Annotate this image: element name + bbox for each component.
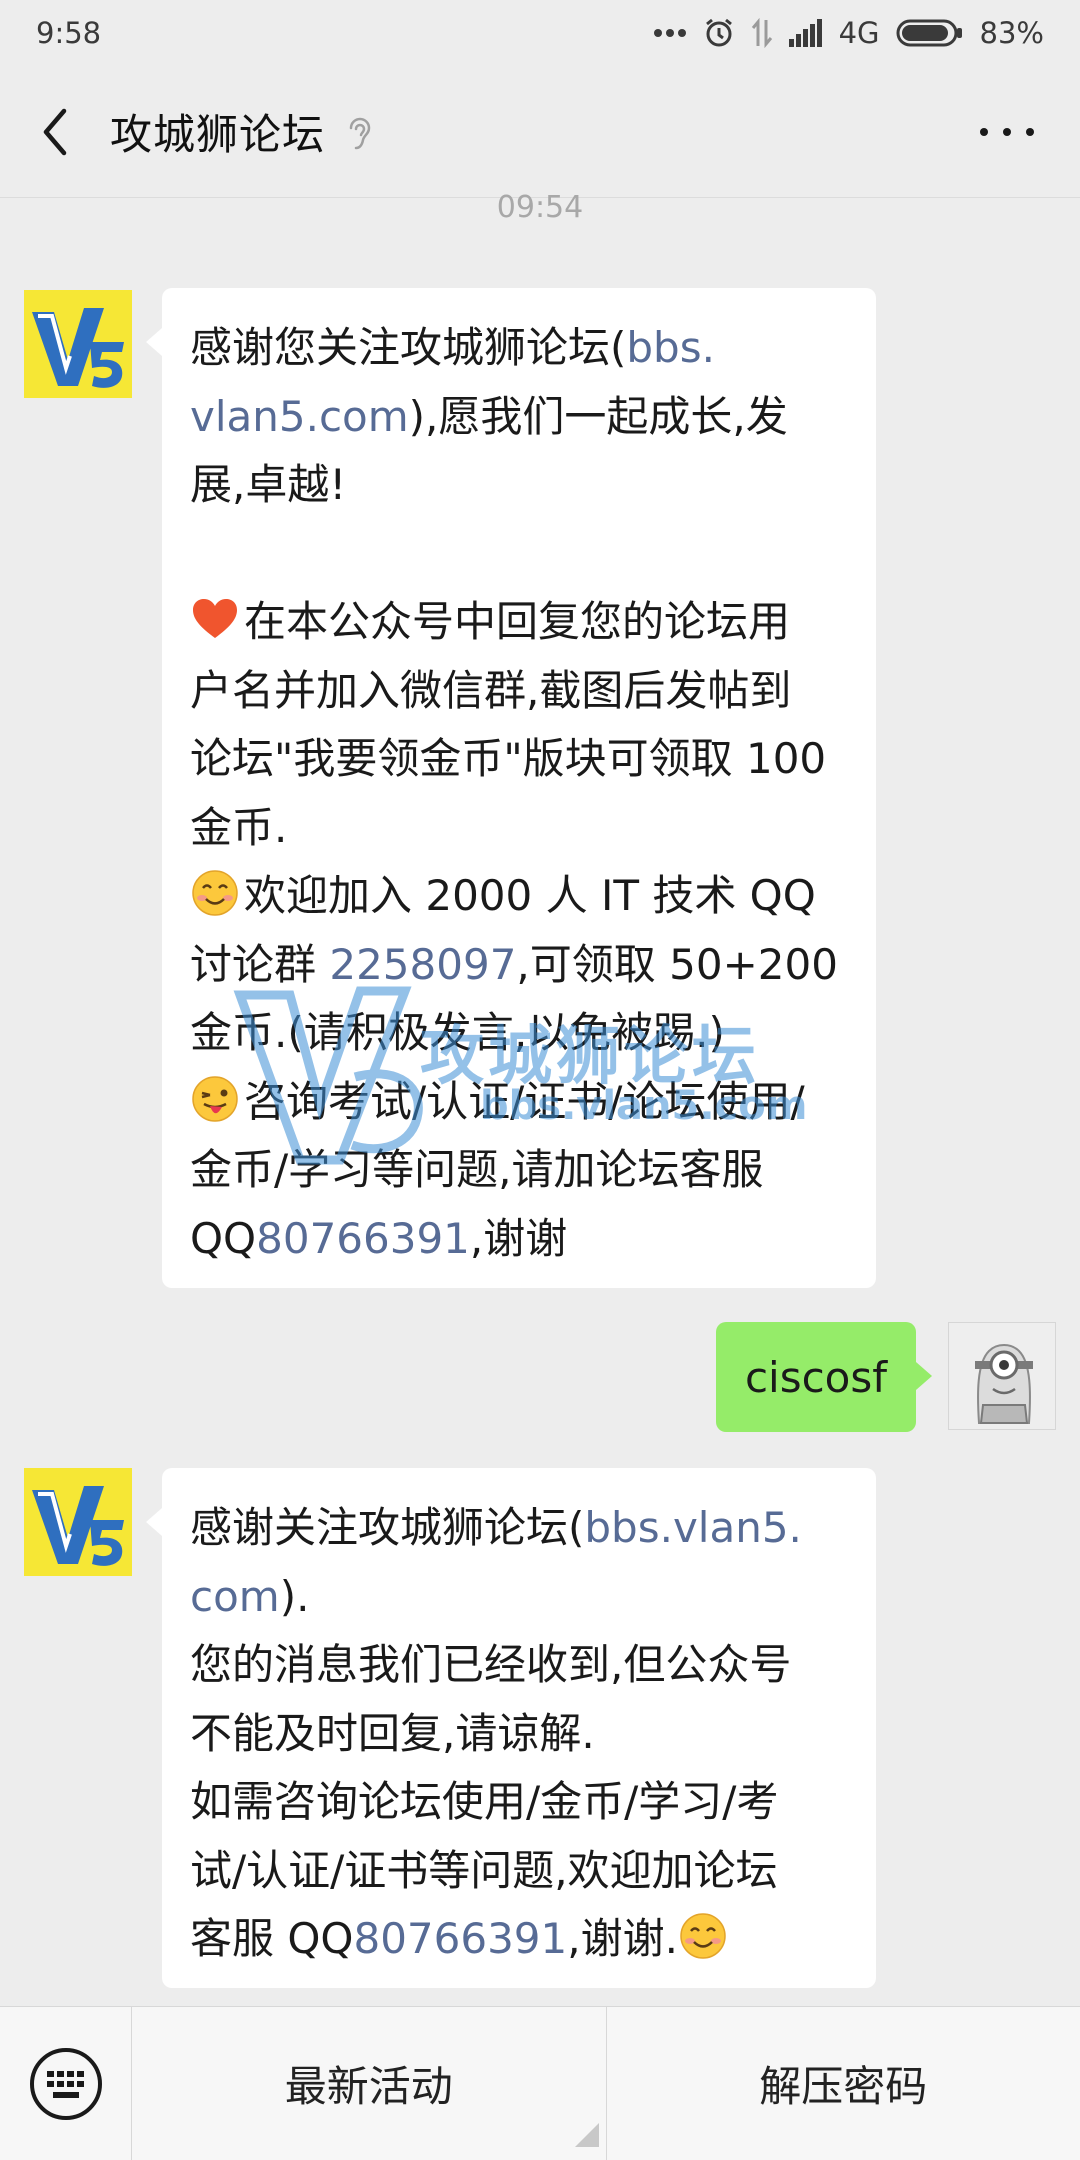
message-line: 金币. bbox=[190, 802, 288, 852]
message-line: 金币.(请积极发言,以免被踢.) bbox=[190, 1008, 725, 1057]
signal-icon bbox=[788, 19, 823, 47]
link-text[interactable]: bbs. bbox=[626, 323, 715, 372]
message-line: vlan5.com),愿我们一起成长,发 bbox=[190, 391, 788, 441]
message-line: 感谢您关注攻城狮论坛(bbs. bbox=[190, 323, 715, 372]
bottom-menu-bar: 最新活动 解压密码 bbox=[0, 2006, 1080, 2160]
more-dot-icon bbox=[1026, 128, 1034, 136]
message-line: 不能及时回复,请谅解. bbox=[190, 1708, 595, 1758]
message-line: 您的消息我们已经收到,但公众号 bbox=[190, 1640, 792, 1689]
more-options-button[interactable] bbox=[980, 116, 1034, 148]
keyboard-icon bbox=[29, 2047, 102, 2120]
status-time: 9:58 bbox=[36, 16, 102, 50]
battery-level: 83% bbox=[979, 16, 1044, 50]
message-line: 讨论群 2258097,可领取 50+200 bbox=[190, 939, 838, 989]
smile-emoji-icon bbox=[192, 870, 238, 916]
more-dot-icon bbox=[980, 128, 988, 136]
message-line: 如需咨询论坛使用/金币/学习/考 bbox=[190, 1777, 779, 1826]
menu-item-label: 最新活动 bbox=[284, 2062, 453, 2111]
heart-emoji-icon bbox=[193, 599, 237, 638]
link-text[interactable]: 2258097 bbox=[329, 940, 516, 989]
message-line: 欢迎加入 2000 人 IT 技术 QQ bbox=[190, 862, 852, 931]
chat-title: 攻城狮论坛 bbox=[110, 110, 326, 159]
account-avatar[interactable] bbox=[24, 290, 132, 398]
message-bubble-outgoing[interactable]: ciscosf bbox=[716, 1322, 932, 1432]
message-line: 试/认证/证书等问题,欢迎加论坛 bbox=[190, 1845, 778, 1895]
message-line: 金币/学习等问题,请加论坛客服 bbox=[190, 1145, 764, 1194]
link-text[interactable]: 80766391 bbox=[353, 1914, 567, 1963]
message-line: 咨询考试/认证/证书/论坛使用/ bbox=[190, 1068, 852, 1137]
chat-screen: 9:58 4G 83% 攻城狮论坛 09:54 感谢您关注攻城狮论坛(bbs. … bbox=[0, 0, 1080, 2160]
more-notifications-icon bbox=[653, 28, 687, 38]
link-text[interactable]: bbs.vlan5. bbox=[584, 1503, 802, 1552]
menu-item-latest-activity[interactable]: 最新活动 bbox=[132, 2007, 606, 2160]
account-avatar[interactable] bbox=[24, 1468, 132, 1576]
more-dot-icon bbox=[1003, 128, 1011, 136]
status-bar: 9:58 4G 83% bbox=[0, 0, 1080, 66]
message-bubble-incoming[interactable]: 感谢关注攻城狮论坛(bbs.vlan5. com). 您的消息我们已经收到,但公… bbox=[146, 1468, 876, 1988]
message-bubble-incoming[interactable]: 感谢您关注攻城狮论坛(bbs. vlan5.com),愿我们一起成长,发 展,卓… bbox=[146, 288, 876, 1288]
v5-logo-icon bbox=[24, 1468, 132, 1576]
alarm-icon bbox=[703, 17, 735, 49]
status-icons: 4G 83% bbox=[653, 16, 1044, 50]
submenu-indicator-icon bbox=[574, 2122, 599, 2147]
battery-icon bbox=[896, 19, 964, 47]
message-line: com). bbox=[190, 1571, 310, 1621]
back-button[interactable] bbox=[0, 66, 110, 198]
data-transfer-icon bbox=[751, 18, 773, 48]
link-text[interactable]: 80766391 bbox=[256, 1214, 470, 1263]
message-line: 户名并加入微信群,截图后发帖到 bbox=[190, 665, 792, 715]
network-type: 4G bbox=[838, 16, 880, 50]
smile-emoji-icon bbox=[680, 1913, 726, 1959]
link-text[interactable]: com bbox=[190, 1572, 280, 1621]
user-avatar[interactable] bbox=[948, 1322, 1056, 1430]
minion-avatar-icon bbox=[949, 1323, 1055, 1429]
message-line: 感谢关注攻城狮论坛(bbs.vlan5. bbox=[190, 1503, 802, 1552]
message-line: 客服 QQ80766391,谢谢. bbox=[190, 1905, 852, 1974]
message-timestamp: 09:54 bbox=[496, 190, 584, 225]
message-line: 论坛"我要领金币"版块可领取 100 bbox=[190, 734, 827, 783]
tongue-wink-emoji-icon bbox=[192, 1075, 238, 1122]
message-line: QQ80766391,谢谢 bbox=[190, 1213, 568, 1263]
menu-item-label: 解压密码 bbox=[759, 2062, 928, 2111]
message-text: ciscosf bbox=[744, 1352, 888, 1402]
menu-item-unzip-password[interactable]: 解压密码 bbox=[574, 2006, 1080, 2160]
chat-header: 攻城狮论坛 bbox=[0, 66, 1080, 198]
link-text[interactable]: vlan5.com bbox=[190, 392, 409, 441]
message-line: 在本公众号中回复您的论坛用 bbox=[190, 588, 852, 657]
chevron-left-icon bbox=[43, 108, 67, 155]
message-line: 展,卓越! bbox=[190, 460, 347, 509]
earpiece-mode-icon bbox=[345, 112, 375, 152]
keyboard-toggle-button[interactable] bbox=[0, 2006, 132, 2160]
v5-logo-icon bbox=[24, 290, 132, 398]
